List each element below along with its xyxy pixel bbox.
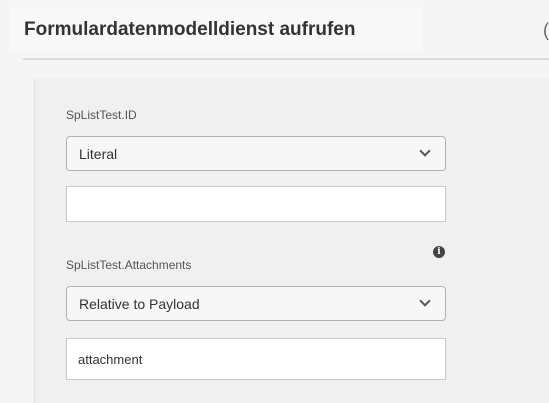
chevron-down-icon xyxy=(419,145,431,157)
page-title: Formulardatenmodelldienst aufrufen xyxy=(24,19,356,40)
field-label-id: SpListTest.ID xyxy=(66,108,137,122)
divider xyxy=(23,58,549,60)
info-icon[interactable]: i xyxy=(433,246,445,258)
id-mode-value: Literal xyxy=(79,145,118,162)
attachments-value-input[interactable]: attachment xyxy=(66,338,446,380)
attachments-mode-value: Relative to Payload xyxy=(79,295,200,312)
chevron-down-icon xyxy=(419,295,431,307)
id-mode-select[interactable]: Literal xyxy=(66,136,446,171)
id-value-input[interactable] xyxy=(66,186,446,222)
attachments-mode-select[interactable]: Relative to Payload xyxy=(66,286,446,321)
header-edge-glyph: ( xyxy=(543,20,549,40)
field-label-attachments: SpListTest.Attachments xyxy=(66,258,192,272)
